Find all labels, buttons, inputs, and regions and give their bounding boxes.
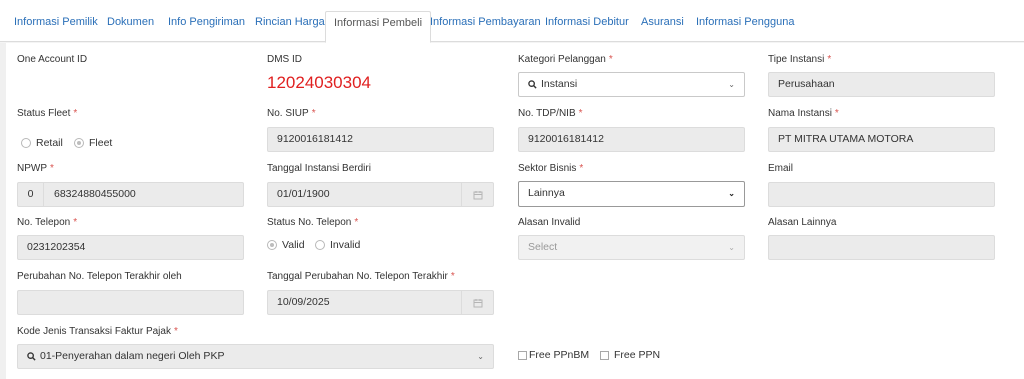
nama-instansi-field: PT MITRA UTAMA MOTORA bbox=[768, 127, 995, 152]
npwp-label: NPWP * bbox=[17, 163, 54, 174]
search-icon bbox=[528, 79, 537, 89]
status-no-telepon-valid-radio[interactable]: Valid bbox=[267, 239, 305, 251]
tanggal-instansi-berdiri-field: 01/01/1900 bbox=[267, 182, 494, 207]
form-panel: One Account ID DMS ID 12024030304 Katego… bbox=[0, 43, 1024, 379]
no-siup-label: No. SIUP * bbox=[267, 108, 316, 119]
tanggal-perubahan-no-telepon-label: Tanggal Perubahan No. Telepon Terakhir * bbox=[267, 271, 455, 282]
sektor-bisnis-label: Sektor Bisnis * bbox=[518, 163, 584, 174]
chevron-down-icon: ⌄ bbox=[728, 243, 735, 252]
chevron-down-icon: ⌄ bbox=[728, 189, 735, 198]
status-no-telepon-invalid-radio[interactable]: Invalid bbox=[315, 239, 360, 251]
no-telepon-label: No. Telepon * bbox=[17, 217, 78, 228]
sektor-bisnis-select[interactable]: Lainnya ⌄ bbox=[518, 181, 745, 207]
tab-informasi-pembayaran[interactable]: Informasi Pembayaran bbox=[430, 11, 541, 42]
calendar-icon[interactable] bbox=[461, 183, 493, 206]
chevron-down-icon: ⌄ bbox=[477, 352, 484, 361]
free-ppnbm-checkbox[interactable]: Free PPnBM bbox=[518, 349, 589, 361]
tab-informasi-pemilik[interactable]: Informasi Pemilik bbox=[14, 11, 98, 42]
tab-informasi-pengguna[interactable]: Informasi Pengguna bbox=[696, 11, 794, 42]
kode-jenis-transaksi-label: Kode Jenis Transaksi Faktur Pajak * bbox=[17, 326, 178, 337]
alasan-invalid-label: Alasan Invalid bbox=[518, 217, 581, 228]
kode-jenis-transaksi-select[interactable]: 01-Penyerahan dalam negeri Oleh PKP ⌄ bbox=[17, 344, 494, 369]
one-account-id-label: One Account ID bbox=[17, 54, 88, 65]
tab-bar: Informasi Pemilik Dokumen Info Pengirima… bbox=[0, 0, 1024, 43]
alasan-lainnya-field bbox=[768, 235, 995, 260]
perubahan-no-telepon-label: Perubahan No. Telepon Terakhir oleh bbox=[17, 271, 182, 282]
dms-id-value: 12024030304 bbox=[267, 73, 372, 92]
kategori-pelanggan-label: Kategori Pelanggan * bbox=[518, 54, 613, 65]
alasan-invalid-select[interactable]: Select ⌄ bbox=[518, 235, 745, 260]
status-no-telepon-label: Status No. Telepon * bbox=[267, 217, 359, 228]
no-siup-field: 9120016181412 bbox=[267, 127, 494, 152]
tab-informasi-debitur[interactable]: Informasi Debitur bbox=[545, 11, 629, 42]
tab-info-pengiriman[interactable]: Info Pengiriman bbox=[168, 11, 245, 42]
tab-informasi-pembeli[interactable]: Informasi Pembeli bbox=[325, 11, 432, 43]
chevron-down-icon: ⌄ bbox=[728, 80, 735, 89]
email-field bbox=[768, 182, 995, 207]
status-fleet-label: Status Fleet * bbox=[17, 108, 78, 119]
status-fleet-retail-radio[interactable]: Retail bbox=[21, 137, 63, 149]
kategori-pelanggan-select[interactable]: Instansi ⌄ bbox=[518, 72, 745, 97]
nama-instansi-label: Nama Instansi * bbox=[768, 108, 839, 119]
search-icon bbox=[27, 351, 36, 361]
npwp-prefix: 0 bbox=[18, 183, 44, 206]
tab-asuransi[interactable]: Asuransi bbox=[641, 11, 684, 42]
tab-dokumen[interactable]: Dokumen bbox=[107, 11, 154, 42]
status-fleet-fleet-radio[interactable]: Fleet bbox=[74, 137, 112, 149]
email-label: Email bbox=[768, 163, 794, 174]
tipe-instansi-field: Perusahaan bbox=[768, 72, 995, 97]
tab-rincian-harga[interactable]: Rincian Harga bbox=[255, 11, 325, 42]
tipe-instansi-label: Tipe Instansi * bbox=[768, 54, 832, 65]
npwp-field: 0 68324880455000 bbox=[17, 182, 244, 207]
calendar-icon[interactable] bbox=[461, 291, 493, 314]
alasan-lainnya-label: Alasan Lainnya bbox=[768, 217, 837, 228]
perubahan-no-telepon-field bbox=[17, 290, 244, 315]
free-ppn-checkbox[interactable]: Free PPN bbox=[600, 349, 660, 361]
no-telepon-field: 0231202354 bbox=[17, 235, 244, 260]
no-tdp-nib-label: No. TDP/NIB * bbox=[518, 108, 583, 119]
tanggal-instansi-berdiri-label: Tanggal Instansi Berdiri bbox=[267, 163, 371, 174]
no-tdp-nib-field: 9120016181412 bbox=[518, 127, 745, 152]
dms-id-label: DMS ID bbox=[267, 54, 302, 65]
tanggal-perubahan-no-telepon-field: 10/09/2025 bbox=[267, 290, 494, 315]
